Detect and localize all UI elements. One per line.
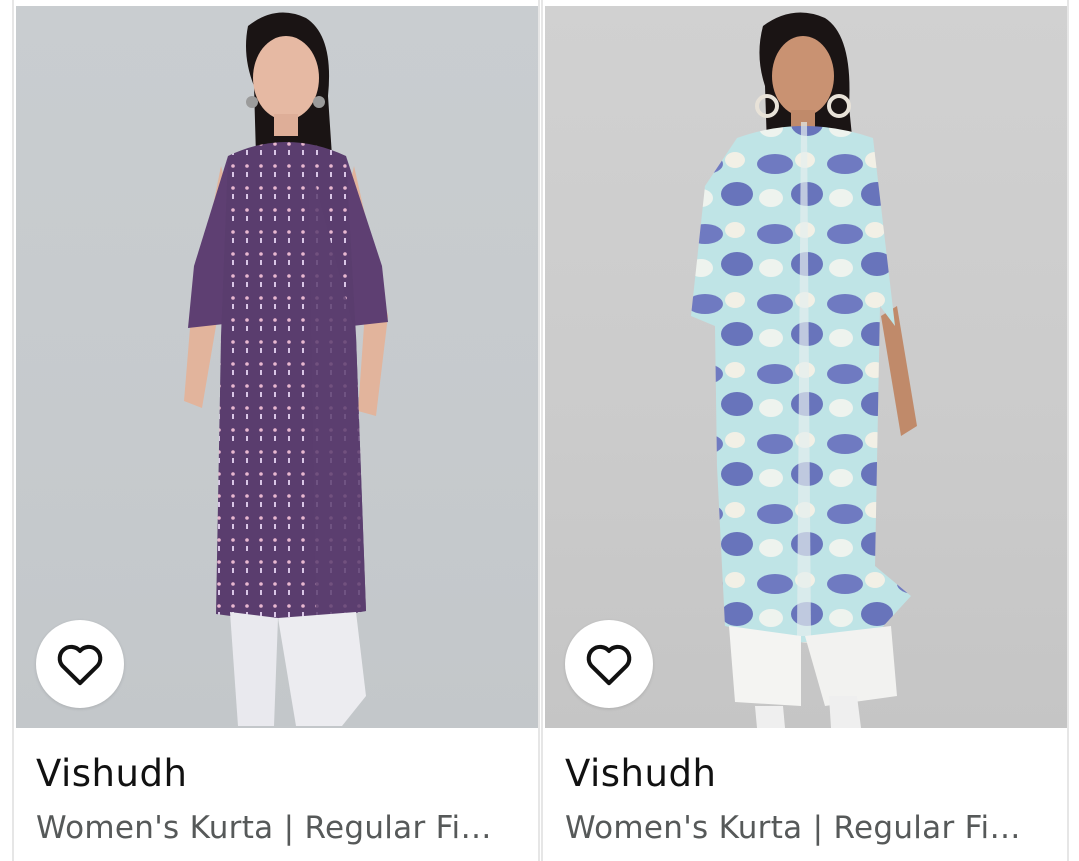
wishlist-button[interactable]: [36, 620, 124, 708]
product-title[interactable]: Women's Kurta | Regular Fi…: [565, 810, 1045, 846]
product-brand[interactable]: Vishudh: [565, 752, 716, 795]
product-card[interactable]: Vishudh Women's Kurta | Regular Fi…: [541, 0, 1069, 861]
purple-kurta-photo: [184, 12, 388, 726]
product-card[interactable]: Vishudh Women's Kurta | Regular Fi…: [12, 0, 540, 861]
product-image[interactable]: [16, 6, 538, 728]
tie-dye-kurta-photo: [691, 12, 917, 728]
heart-outline-icon: [57, 644, 103, 686]
heart-outline-icon: [586, 644, 632, 686]
product-brand[interactable]: Vishudh: [36, 752, 187, 795]
product-image[interactable]: [545, 6, 1067, 728]
wishlist-button[interactable]: [565, 620, 653, 708]
product-grid: Vishudh Women's Kurta | Regular Fi… Vish…: [0, 0, 1079, 861]
product-title[interactable]: Women's Kurta | Regular Fi…: [36, 810, 516, 846]
